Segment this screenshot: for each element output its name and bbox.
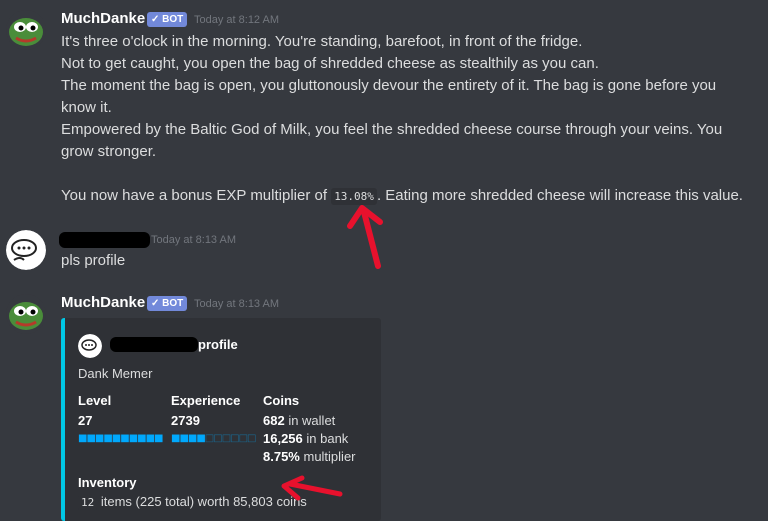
- field-level-name: Level: [78, 393, 112, 408]
- field-inventory-name: Inventory: [78, 475, 137, 490]
- pepe-avatar[interactable]: [6, 10, 46, 50]
- bot-badge: ✓ BOT: [147, 296, 188, 311]
- username[interactable]: MuchDanke: [61, 10, 145, 27]
- coins-multiplier: 8.75% multiplier: [263, 449, 356, 464]
- coins-bank: 16,256 in bank: [263, 431, 349, 446]
- embed-description: Dank Memer: [78, 366, 153, 381]
- message-line: know it.: [61, 99, 112, 116]
- message-text: pls profile: [61, 252, 126, 269]
- timestamp: Today at 8:13 AM: [194, 298, 279, 310]
- bar-empty: □□□□□□: [204, 433, 257, 444]
- message-line: Not to get caught, you open the bag of s…: [61, 55, 599, 72]
- timestamp: Today at 8:13 AM: [151, 234, 236, 246]
- experience-progress-bar: ■■■■□□□□□□: [171, 433, 256, 444]
- timestamp: Today at 8:12 AM: [194, 14, 279, 26]
- bar-filled: ■■■■: [171, 433, 206, 444]
- pepe-avatar[interactable]: [6, 294, 46, 334]
- field-level-value: 27: [78, 413, 93, 428]
- exp-suffix: . Eating more shredded cheese will incre…: [376, 187, 743, 204]
- exp-multiplier-line: You now have a bonus EXP multiplier of 1…: [61, 185, 743, 208]
- message-line: The moment the bag is open, you gluttono…: [61, 77, 717, 94]
- red-arrow-annotation: [347, 205, 383, 269]
- red-arrow-annotation: [281, 475, 343, 501]
- inventory-count-code: 12: [78, 494, 98, 511]
- field-experience-name: Experience: [171, 393, 241, 408]
- bot-badge: ✓ BOT: [147, 12, 188, 27]
- message-line: It's three o'clock in the morning. You'r…: [61, 33, 583, 50]
- embed-author-name: profile: [198, 337, 238, 352]
- exp-prefix: You now have a bonus EXP multiplier of: [61, 187, 332, 204]
- message-line: grow stronger.: [61, 143, 157, 160]
- embed-author-avatar: [78, 334, 102, 358]
- redacted-embed-author: [110, 337, 198, 352]
- field-inventory-value: 12 items (225 total) worth 85,803 coins: [78, 494, 307, 511]
- coins-wallet: 682 in wallet: [263, 413, 336, 428]
- level-progress-bar: ■■■■■■■■■■: [78, 433, 163, 444]
- field-experience-value: 2739: [171, 413, 200, 428]
- bar-filled: ■■■■■■■■■■: [78, 433, 163, 444]
- username[interactable]: MuchDanke: [61, 294, 145, 311]
- redacted-username: [59, 232, 150, 248]
- field-coins-name: Coins: [263, 393, 300, 408]
- user-avatar[interactable]: [6, 230, 46, 270]
- message-line: Empowered by the Baltic God of Milk, you…: [61, 121, 723, 138]
